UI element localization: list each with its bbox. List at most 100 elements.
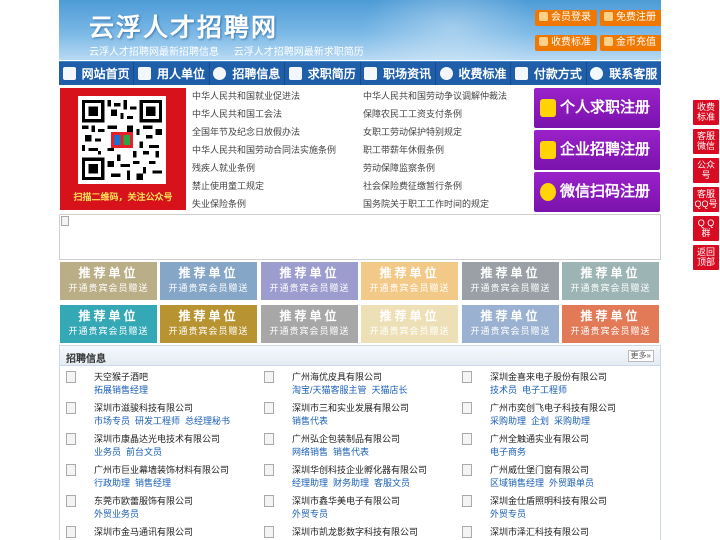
job-link[interactable]: 研发工程师: [135, 416, 180, 426]
law-link[interactable]: 社会保险费征缴暂行条例: [363, 180, 462, 192]
job-link[interactable]: 经理助理: [292, 478, 328, 488]
recommend-tile[interactable]: 推荐单位 开通贵宾会员赠送: [562, 262, 659, 300]
company-logo-icon[interactable]: [462, 433, 472, 445]
job-link[interactable]: 前台文员: [126, 447, 162, 457]
recommend-tile[interactable]: 推荐单位 开通贵宾会员赠送: [562, 305, 659, 343]
tagline-jobs[interactable]: 云浮人才招聘网最新招聘信息: [89, 47, 219, 58]
nav-employers[interactable]: 用人单位: [134, 62, 210, 85]
company-logo-icon[interactable]: [462, 371, 472, 383]
job-link[interactable]: 业务员: [94, 447, 121, 457]
law-link[interactable]: 国务院关于职工工作时间的规定: [363, 198, 489, 210]
jobseeker-register-button[interactable]: 个人求职注册: [534, 88, 660, 128]
nav-jobs[interactable]: 招聘信息: [210, 62, 286, 85]
nav-resumes[interactable]: 求职简历: [285, 62, 361, 85]
side-pricing-button[interactable]: 收费 标准: [693, 100, 719, 125]
job-link[interactable]: 销售代表: [333, 447, 369, 457]
job-link[interactable]: 外贸专员: [490, 509, 526, 519]
company-name[interactable]: 深圳市三和实业发展有限公司: [292, 401, 409, 414]
nav-contact[interactable]: 联系客服: [587, 62, 661, 85]
company-name[interactable]: 东莞市欧蕾服饰有限公司: [94, 494, 193, 507]
job-link[interactable]: 行政助理: [94, 478, 130, 488]
company-name[interactable]: 深圳市凯龙影数字科技有限公司: [292, 525, 418, 538]
company-name[interactable]: 深圳市康晶达光电技术有限公司: [94, 432, 220, 445]
company-logo-icon[interactable]: [66, 495, 76, 507]
company-name[interactable]: 深圳市鑫华美电子有限公司: [292, 494, 400, 507]
company-logo-icon[interactable]: [462, 402, 472, 414]
law-link[interactable]: 女职工劳动保护特别规定: [363, 126, 462, 138]
job-link[interactable]: 采购助理: [554, 416, 590, 426]
company-name[interactable]: 深圳金仕盾照明科技有限公司: [490, 494, 607, 507]
job-link[interactable]: 淘宝/天猫客服主管: [292, 385, 367, 395]
side-official-account-button[interactable]: 公众号: [693, 158, 719, 183]
company-logo-icon[interactable]: [66, 402, 76, 414]
job-link[interactable]: 总经理秘书: [185, 416, 230, 426]
nav-home[interactable]: 网站首页: [59, 62, 135, 85]
recommend-tile[interactable]: 推荐单位 开通贵宾会员赠送: [462, 262, 559, 300]
law-link[interactable]: 中华人民共和国劳动争议调解仲裁法: [363, 90, 507, 102]
site-logo[interactable]: 云浮人才招聘网: [89, 8, 278, 44]
job-link[interactable]: 财务助理: [333, 478, 369, 488]
company-name[interactable]: 深圳金喜来电子股份有限公司: [490, 370, 607, 383]
company-logo-icon[interactable]: [66, 464, 76, 476]
company-logo-icon[interactable]: [462, 526, 472, 538]
side-wechat-service-button[interactable]: 客服 微信: [693, 129, 719, 154]
law-link[interactable]: 失业保险条例: [192, 198, 246, 210]
company-logo-icon[interactable]: [264, 371, 274, 383]
recommend-tile[interactable]: 推荐单位 开通贵宾会员赠送: [361, 262, 458, 300]
company-name[interactable]: 深圳市泽汇科技有限公司: [490, 525, 589, 538]
nav-payment[interactable]: 付款方式: [511, 62, 587, 85]
company-name[interactable]: 广州海优皮具有限公司: [292, 370, 382, 383]
job-link[interactable]: 技术员: [490, 385, 517, 395]
job-link[interactable]: 销售代表: [292, 416, 328, 426]
side-back-to-top-button[interactable]: 返回 顶部: [693, 245, 719, 270]
company-logo-icon[interactable]: [264, 464, 274, 476]
job-link[interactable]: 外贸专员: [292, 509, 328, 519]
company-name[interactable]: 深圳华创科技企业孵化器有限公司: [292, 463, 427, 476]
side-qq-service-button[interactable]: 客服 QQ号: [693, 187, 719, 212]
job-link[interactable]: 采购助理: [490, 416, 526, 426]
wechat-register-button[interactable]: 微信扫码注册: [534, 172, 660, 212]
job-link[interactable]: 电子商务: [490, 447, 526, 457]
job-link[interactable]: 网络销售: [292, 447, 328, 457]
recommend-tile[interactable]: 推荐单位 开通贵宾会员赠送: [60, 305, 157, 343]
company-name[interactable]: 深圳市金马通讯有限公司: [94, 525, 193, 538]
company-logo-icon[interactable]: [462, 495, 472, 507]
law-link[interactable]: 职工带薪年休假条例: [363, 144, 444, 156]
recommend-tile[interactable]: 推荐单位 开通贵宾会员赠送: [60, 262, 157, 300]
employer-register-button[interactable]: 企业招聘注册: [534, 130, 660, 170]
nav-pricing[interactable]: 收费标准: [436, 62, 512, 85]
company-name[interactable]: 深圳市滋骏科技有限公司: [94, 401, 193, 414]
law-link[interactable]: 中华人民共和国劳动合同法实施条例: [192, 144, 336, 156]
company-logo-icon[interactable]: [66, 433, 76, 445]
nav-news[interactable]: 职场资讯: [361, 62, 436, 85]
recommend-tile[interactable]: 推荐单位 开通贵宾会员赠送: [160, 262, 257, 300]
company-logo-icon[interactable]: [462, 464, 472, 476]
recommend-tile[interactable]: 推荐单位 开通贵宾会员赠送: [261, 262, 358, 300]
job-link[interactable]: 企划: [531, 416, 549, 426]
law-link[interactable]: 中华人民共和国工会法: [192, 108, 282, 120]
tagline-resumes[interactable]: 云浮人才招聘网最新求职简历: [234, 47, 364, 58]
job-link[interactable]: 市场专员: [94, 416, 130, 426]
company-name[interactable]: 广州市巨业幕墙装饰材料有限公司: [94, 463, 229, 476]
job-link[interactable]: 拓展销售经理: [94, 385, 148, 395]
company-name[interactable]: 广州威仕堡门窗有限公司: [490, 463, 589, 476]
recommend-tile[interactable]: 推荐单位 开通贵宾会员赠送: [462, 305, 559, 343]
pricing-button[interactable]: 收费标准: [535, 35, 597, 51]
job-link[interactable]: 外贸业务员: [94, 509, 139, 519]
company-name[interactable]: 天空猴子酒吧: [94, 370, 148, 383]
law-link[interactable]: 残疾人就业条例: [192, 162, 255, 174]
law-link[interactable]: 中华人民共和国就业促进法: [192, 90, 300, 102]
ad-banner[interactable]: [59, 214, 661, 260]
recommend-tile[interactable]: 推荐单位 开通贵宾会员赠送: [160, 305, 257, 343]
company-logo-icon[interactable]: [264, 433, 274, 445]
law-link[interactable]: 禁止使用童工规定: [192, 180, 264, 192]
company-name[interactable]: 广州弘企包装制品有限公司: [292, 432, 400, 445]
recommend-tile[interactable]: 推荐单位 开通贵宾会员赠送: [261, 305, 358, 343]
company-name[interactable]: 广州全触通实业有限公司: [490, 432, 589, 445]
job-link[interactable]: 区域销售经理: [490, 478, 544, 488]
company-logo-icon[interactable]: [264, 402, 274, 414]
company-logo-icon[interactable]: [264, 526, 274, 538]
login-button[interactable]: 会员登录: [535, 10, 597, 26]
job-link[interactable]: 销售经理: [135, 478, 171, 488]
job-link[interactable]: 电子工程师: [522, 385, 567, 395]
